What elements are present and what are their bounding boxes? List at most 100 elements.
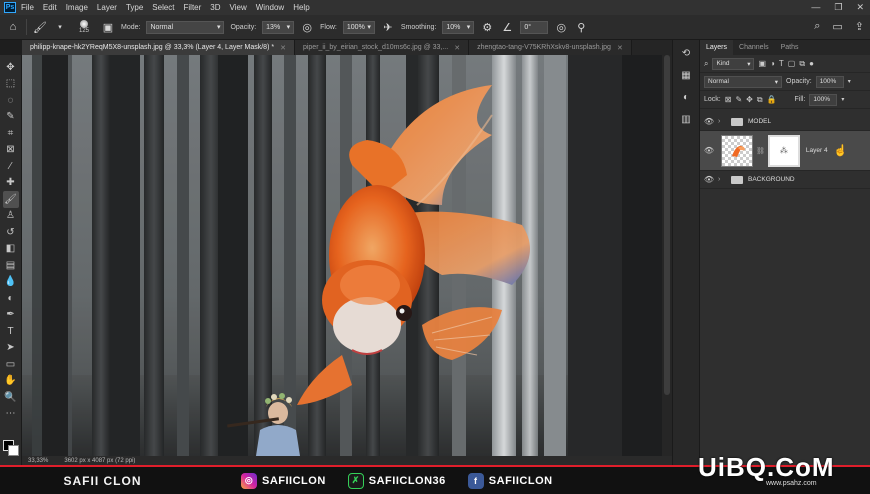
eye-icon[interactable]: 👁: [700, 175, 718, 184]
pressure-size-icon[interactable]: ◎: [554, 20, 568, 34]
properties-panel-icon[interactable]: ▦: [679, 68, 693, 82]
lock-artboard-icon[interactable]: ⧉: [757, 95, 763, 105]
brush-preset-picker[interactable]: 125: [73, 16, 95, 38]
home-icon[interactable]: ⌂: [6, 20, 20, 34]
marquee-tool-icon[interactable]: ⬚: [3, 76, 19, 93]
menu-window[interactable]: Window: [256, 3, 284, 12]
brush-settings-icon[interactable]: ▣: [101, 20, 115, 34]
menu-image[interactable]: Image: [66, 3, 88, 12]
zoom-tool-icon[interactable]: 🔍: [3, 389, 19, 406]
lasso-tool-icon[interactable]: ◌: [3, 92, 19, 109]
menu-3d[interactable]: 3D: [210, 3, 220, 12]
chevron-down-icon[interactable]: ▾: [53, 20, 67, 34]
angle-field[interactable]: 0°: [520, 20, 549, 34]
menu-layer[interactable]: Layer: [97, 3, 117, 12]
scrollbar-thumb[interactable]: [664, 55, 670, 395]
tab-philipp-knape[interactable]: philipp-knape-hk2YReqM5X8-unsplash.jpg @…: [22, 40, 295, 55]
flow-field[interactable]: 100% ▾: [342, 20, 375, 34]
tab-channels[interactable]: Channels: [733, 40, 775, 55]
layer-mask-thumbnail[interactable]: ⁂: [767, 134, 800, 167]
hand-tool-icon[interactable]: ✋: [3, 373, 19, 390]
background-color-swatch[interactable]: [8, 445, 19, 456]
healing-brush-icon[interactable]: ✚: [3, 175, 19, 192]
move-tool-icon[interactable]: ✥: [3, 59, 19, 76]
eyedropper-tool-icon[interactable]: ⁄: [3, 158, 19, 175]
frame-tool-icon[interactable]: ⊠: [3, 142, 19, 159]
close-icon[interactable]: ✕: [617, 44, 623, 52]
link-icon[interactable]: ⛓: [756, 147, 765, 155]
filter-shape-icon[interactable]: ▢: [788, 59, 796, 68]
layer-group-background[interactable]: 👁 › BACKGROUND: [700, 171, 870, 189]
tab-piper[interactable]: piper_ii_by_eirian_stock_d10ms6c.jpg @ 3…: [294, 40, 470, 55]
eye-icon[interactable]: 👁: [700, 146, 718, 155]
maximize-icon[interactable]: ❐: [834, 2, 842, 13]
clone-stamp-icon[interactable]: ♙: [3, 208, 19, 225]
gear-icon[interactable]: ⚙: [480, 20, 494, 34]
gradient-tool-icon[interactable]: ▤: [3, 257, 19, 274]
symmetry-icon[interactable]: ⚲: [574, 20, 588, 34]
fill-field[interactable]: 100%: [809, 93, 838, 106]
minimize-icon[interactable]: —: [811, 2, 820, 13]
close-icon[interactable]: ✕: [280, 44, 286, 52]
libraries-panel-icon[interactable]: ▥: [679, 112, 693, 126]
smoothing-field[interactable]: 10% ▾: [442, 20, 475, 34]
more-tools-icon[interactable]: ⋯: [3, 406, 19, 423]
search-icon[interactable]: ⌕: [814, 20, 820, 33]
lock-image-icon[interactable]: ✎: [735, 95, 742, 104]
quick-select-tool-icon[interactable]: ✎: [3, 109, 19, 126]
eraser-tool-icon[interactable]: ◧: [3, 241, 19, 258]
path-select-icon[interactable]: ➤: [3, 340, 19, 357]
pen-tool-icon[interactable]: ✒: [3, 307, 19, 324]
chevron-down-icon[interactable]: ▾: [841, 96, 844, 103]
share-icon[interactable]: ⇪: [855, 20, 864, 33]
chevron-right-icon[interactable]: ›: [718, 176, 726, 183]
lock-transparent-icon[interactable]: ⊠: [725, 95, 732, 104]
layer-opacity-field[interactable]: 100%: [815, 75, 844, 88]
lock-position-icon[interactable]: ✥: [746, 95, 753, 104]
airbrush-icon[interactable]: ✈: [381, 20, 395, 34]
tab-zhengtao-tang[interactable]: zhengtao-tang-V75KRhXskv8-unsplash.jpg ✕: [469, 40, 632, 55]
lock-all-icon[interactable]: 🔒: [767, 95, 777, 104]
menu-file[interactable]: File: [21, 3, 34, 12]
opacity-field[interactable]: 13% ▾: [262, 20, 295, 34]
layer-row-layer-4[interactable]: 👁 ⛓ ⁂ Layer 4 ☝: [700, 131, 870, 171]
shape-tool-icon[interactable]: ▭: [3, 356, 19, 373]
chevron-down-icon[interactable]: ▾: [848, 78, 851, 85]
blur-tool-icon[interactable]: 💧: [3, 274, 19, 291]
tab-layers[interactable]: Layers: [700, 40, 734, 55]
filter-toggle-icon[interactable]: ●: [809, 59, 814, 68]
chevron-right-icon[interactable]: ›: [718, 118, 726, 125]
menu-type[interactable]: Type: [126, 3, 143, 12]
dodge-tool-icon[interactable]: ◐: [3, 290, 19, 307]
eye-icon[interactable]: 👁: [700, 117, 718, 126]
history-brush-icon[interactable]: ↺: [3, 224, 19, 241]
document-info[interactable]: 3602 px x 4087 px (72 ppi): [64, 458, 135, 464]
crop-tool-icon[interactable]: ⌗: [3, 125, 19, 142]
type-tool-icon[interactable]: T: [3, 323, 19, 340]
filter-smart-icon[interactable]: ⧉: [799, 59, 805, 69]
menu-view[interactable]: View: [230, 3, 247, 12]
tab-paths[interactable]: Paths: [775, 40, 805, 55]
close-icon[interactable]: ✕: [856, 2, 864, 13]
filter-pixel-icon[interactable]: ▣: [758, 59, 766, 68]
menu-help[interactable]: Help: [293, 3, 309, 12]
document-canvas[interactable]: [22, 55, 662, 456]
kind-filter-select[interactable]: Kind ▾: [712, 57, 755, 70]
close-icon[interactable]: ✕: [454, 44, 460, 52]
mode-select[interactable]: Normal ▾: [146, 20, 225, 34]
pressure-opacity-icon[interactable]: ◎: [300, 20, 314, 34]
menu-filter[interactable]: Filter: [184, 3, 202, 12]
adjustments-panel-icon[interactable]: ◐: [679, 90, 693, 104]
workspace-icon[interactable]: ▭: [832, 20, 842, 33]
blend-mode-select[interactable]: Normal ▾: [704, 75, 782, 88]
filter-adjustment-icon[interactable]: ◑: [770, 59, 775, 68]
brush-tool-icon[interactable]: 🖌: [2, 191, 19, 208]
vertical-scrollbar[interactable]: [662, 55, 672, 456]
layer-thumbnail[interactable]: [721, 134, 753, 167]
menu-select[interactable]: Select: [152, 3, 174, 12]
menu-edit[interactable]: Edit: [43, 3, 57, 12]
zoom-level[interactable]: 33,33%: [28, 458, 48, 464]
history-panel-icon[interactable]: ⟲: [679, 46, 693, 60]
layer-group-model[interactable]: 👁 › MODEL: [700, 113, 870, 131]
filter-type-icon[interactable]: T: [779, 59, 784, 68]
